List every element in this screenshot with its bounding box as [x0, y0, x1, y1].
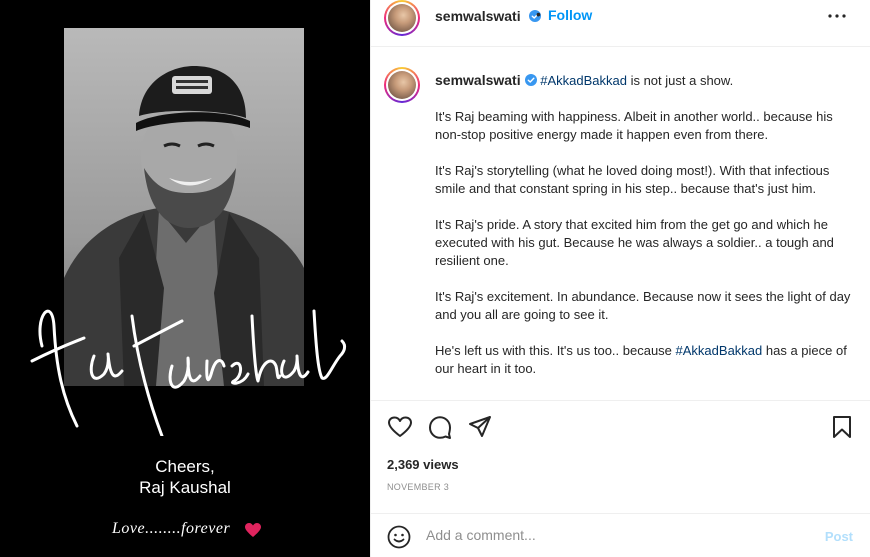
hashtag-link[interactable]: #AkkadBakkad [676, 343, 763, 358]
caption-last-paragraph: He's left us with this. It's us too.. be… [435, 342, 860, 378]
post-header: semwalswati • Follow [371, 0, 870, 47]
separator-dot: • [536, 6, 541, 22]
caption-avatar[interactable] [384, 67, 420, 103]
heart-icon[interactable] [387, 414, 413, 440]
follow-button[interactable]: Follow [548, 7, 592, 23]
header-username[interactable]: semwalswati [435, 8, 521, 24]
caption-paragraph: It's Raj's pride. A story that excited h… [435, 217, 834, 268]
post-date[interactable]: NOVEMBER 3 [387, 482, 449, 492]
love-forever-text: Love........forever [112, 520, 231, 537]
red-heart-icon [245, 523, 261, 537]
bookmark-icon[interactable] [829, 414, 855, 440]
signature [30, 309, 347, 436]
username-row: semwalswati [435, 8, 542, 26]
post-caption: semwalswati #AkkadBakkad is not just a s… [435, 71, 860, 396]
post-media[interactable]: Cheers, Raj Kaushal Love........forever [0, 0, 370, 557]
more-horizontal-icon[interactable] [825, 6, 849, 26]
caption-text: He's left us with this. It's us too.. be… [435, 343, 676, 358]
hashtag-link[interactable]: #AkkadBakkad [540, 73, 627, 88]
post-details-panel: semwalswati • Follow semwalswati #AkkadB… [370, 0, 870, 557]
share-icon[interactable] [467, 414, 493, 440]
avatar[interactable] [384, 0, 420, 36]
post-comment-button[interactable]: Post [825, 529, 853, 544]
caption-cheers: Cheers, [155, 457, 215, 476]
caption-paragraph: It's Raj beaming with happiness. Albeit … [435, 109, 833, 142]
comment-icon[interactable] [427, 414, 453, 440]
caption-intro: semwalswati #AkkadBakkad is not just a s… [435, 71, 860, 90]
comment-input[interactable] [426, 527, 806, 543]
caption-paragraph: It's Raj's excitement. In abundance. Bec… [435, 289, 851, 322]
caption-intro-text: is not just a show. [626, 73, 734, 88]
caption-paragraph: It's Raj's storytelling (what he loved d… [435, 163, 830, 196]
divider [371, 513, 870, 514]
verified-badge-icon [524, 74, 537, 86]
divider [371, 400, 870, 401]
views-count[interactable]: 2,369 views [387, 457, 459, 472]
caption-username[interactable]: semwalswati [435, 72, 521, 88]
emoji-icon[interactable] [387, 525, 411, 549]
caption-name: Raj Kaushal [139, 478, 231, 497]
